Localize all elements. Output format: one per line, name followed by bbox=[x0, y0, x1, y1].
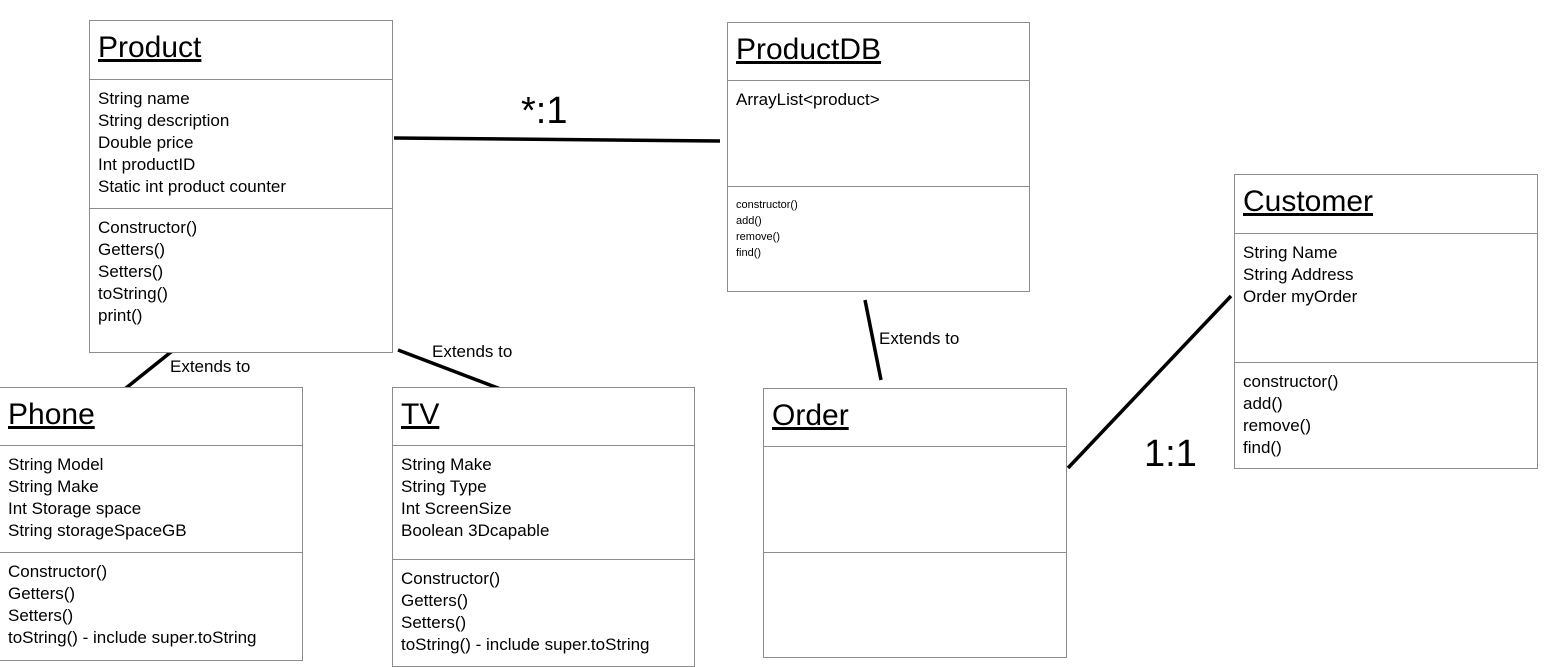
method: add() bbox=[736, 215, 762, 227]
method: constructor() bbox=[1243, 372, 1339, 391]
method: Constructor() bbox=[401, 569, 501, 588]
class-phone-methods: Constructor() Getters() Setters() toStri… bbox=[0, 553, 302, 649]
method: Getters() bbox=[401, 591, 469, 610]
method: toString() - include super.toString bbox=[8, 628, 257, 647]
class-order-methods bbox=[764, 553, 1066, 561]
method: remove() bbox=[736, 231, 781, 243]
method: Getters() bbox=[98, 240, 166, 259]
class-customer-methods: constructor() add() remove() find() bbox=[1235, 363, 1537, 459]
class-tv[interactable]: TV String Make String Type Int ScreenSiz… bbox=[392, 387, 695, 667]
class-tv-methods: Constructor() Getters() Setters() toStri… bbox=[393, 560, 694, 656]
method: find() bbox=[1243, 438, 1282, 457]
connector-product-productdb bbox=[393, 136, 721, 143]
class-productdb[interactable]: ProductDB ArrayList<product> constructor… bbox=[727, 22, 1030, 292]
attribute: String Type bbox=[401, 477, 487, 496]
method: print() bbox=[98, 306, 143, 325]
connector-product-phone bbox=[119, 346, 178, 394]
class-phone-attributes: String Model String Make Int Storage spa… bbox=[0, 446, 302, 553]
extends-label-phone: Extends to bbox=[170, 357, 251, 376]
attribute: String Address bbox=[1243, 265, 1354, 284]
attribute: Order myOrder bbox=[1243, 287, 1358, 306]
multiplicity-product-productdb: *:1 bbox=[521, 90, 568, 132]
attribute: String Make bbox=[8, 477, 99, 496]
class-customer[interactable]: Customer String Name String Address Orde… bbox=[1234, 174, 1538, 469]
attribute: String Model bbox=[8, 455, 104, 474]
multiplicity-order-customer: 1:1 bbox=[1144, 433, 1197, 475]
method: constructor() bbox=[736, 199, 798, 211]
attribute: Int Storage space bbox=[8, 499, 142, 518]
method: toString() - include super.toString bbox=[401, 635, 650, 654]
method: find() bbox=[736, 247, 762, 259]
class-product-methods: Constructor() Getters() Setters() toStri… bbox=[90, 209, 392, 327]
attribute: Int productID bbox=[98, 155, 196, 174]
method: Constructor() bbox=[8, 562, 108, 581]
method: add() bbox=[1243, 394, 1283, 413]
class-product[interactable]: Product String name String description D… bbox=[89, 20, 393, 353]
attribute: String Make bbox=[401, 455, 492, 474]
attribute: String name bbox=[98, 89, 190, 108]
attribute: Boolean 3Dcapable bbox=[401, 521, 550, 540]
class-productdb-title: ProductDB bbox=[728, 23, 1029, 81]
class-order-title: Order bbox=[764, 389, 1066, 447]
class-product-title: Product bbox=[90, 21, 392, 80]
attribute: String storageSpaceGB bbox=[8, 521, 187, 540]
class-product-attributes: String name String description Double pr… bbox=[90, 80, 392, 209]
class-order[interactable]: Order bbox=[763, 388, 1067, 658]
class-customer-attributes: String Name String Address Order myOrder bbox=[1235, 234, 1537, 363]
method: Setters() bbox=[8, 606, 74, 625]
class-productdb-methods: constructor() add() remove() find() bbox=[728, 187, 1029, 261]
method: Setters() bbox=[98, 262, 164, 281]
extends-label-tv: Extends to bbox=[432, 342, 513, 361]
attribute: String Name bbox=[1243, 243, 1338, 262]
class-tv-attributes: String Make String Type Int ScreenSize B… bbox=[393, 446, 694, 560]
method: Getters() bbox=[8, 584, 76, 603]
method: Constructor() bbox=[98, 218, 198, 237]
method: remove() bbox=[1243, 416, 1312, 435]
class-tv-title: TV bbox=[393, 388, 694, 446]
class-phone[interactable]: Phone String Model String Make Int Stora… bbox=[0, 387, 303, 661]
attribute: Int ScreenSize bbox=[401, 499, 512, 518]
attribute: Double price bbox=[98, 133, 194, 152]
attribute: ArrayList<product> bbox=[736, 90, 880, 109]
method: toString() bbox=[98, 284, 168, 303]
class-phone-title: Phone bbox=[0, 388, 302, 446]
class-customer-title: Customer bbox=[1235, 175, 1537, 234]
method: Setters() bbox=[401, 613, 467, 632]
attribute: String description bbox=[98, 111, 230, 130]
attribute: Static int product counter bbox=[98, 177, 287, 196]
class-order-attributes bbox=[764, 447, 1066, 553]
extends-label-order: Extends to bbox=[879, 329, 960, 348]
class-productdb-attributes: ArrayList<product> bbox=[728, 81, 1029, 187]
